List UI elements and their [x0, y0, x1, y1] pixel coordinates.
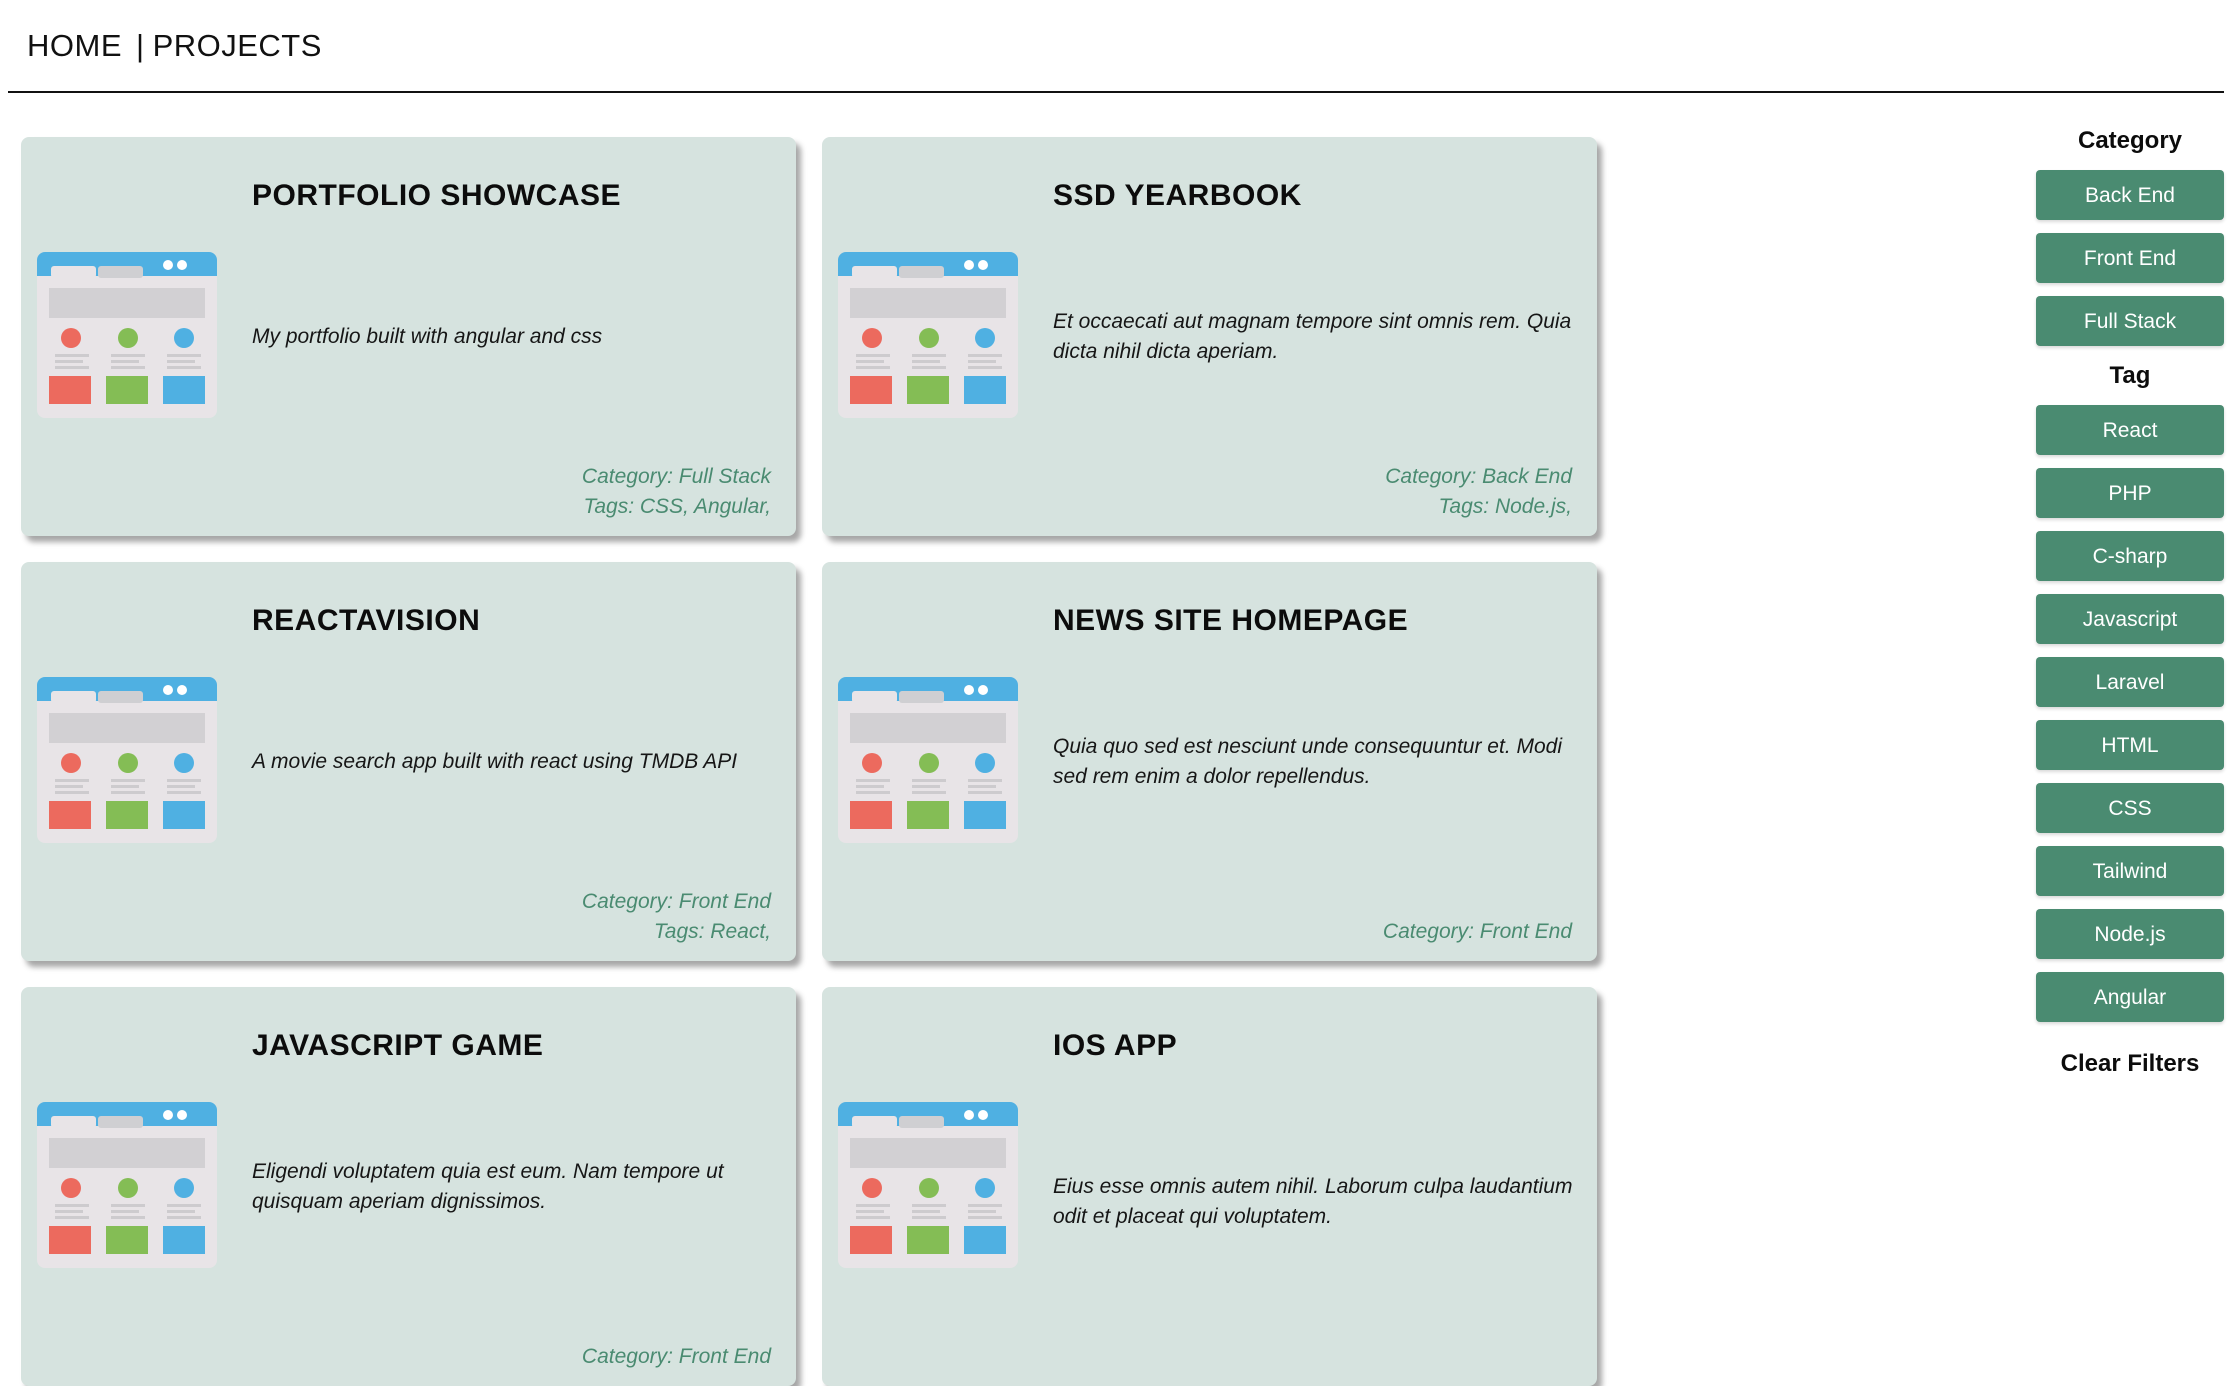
- project-title: REACTAVISION: [252, 604, 481, 637]
- filter-tailwind-button[interactable]: Tailwind: [2036, 846, 2224, 896]
- filter-nodejs-button[interactable]: Node.js: [2036, 909, 2224, 959]
- project-title: PORTFOLIO SHOWCASE: [252, 179, 621, 212]
- project-description: Quia quo sed est nesciunt unde consequun…: [1053, 735, 1563, 788]
- browser-window-icon: [37, 1102, 217, 1268]
- project-description: Et occaecati aut magnam tempore sint omn…: [1053, 310, 1572, 363]
- tag-heading: Tag: [2109, 362, 2151, 389]
- filter-csharp-button[interactable]: C-sharp: [2036, 531, 2224, 581]
- project-category: Category: Front End: [581, 890, 771, 913]
- project-description: Eius esse omnis autem nihil. Laborum cul…: [1053, 1175, 1573, 1228]
- filter-css-button[interactable]: CSS: [2036, 783, 2224, 833]
- top-nav: HOME | PROJECTS: [0, 0, 2236, 93]
- filter-javascript-button[interactable]: Javascript: [2036, 594, 2224, 644]
- filter-angular-button[interactable]: Angular: [2036, 972, 2224, 1022]
- tag-filter-group: Tag React PHP C-sharp Javascript Laravel…: [2036, 359, 2224, 1022]
- project-category: Category: Front End: [1382, 920, 1572, 943]
- filter-html-button[interactable]: HTML: [2036, 720, 2224, 770]
- browser-window-icon: [838, 1102, 1018, 1268]
- clear-filters-button[interactable]: Clear Filters: [2036, 1050, 2224, 1078]
- project-title: IOS APP: [1053, 1029, 1178, 1062]
- project-meta: Category: Front End: [1383, 917, 1572, 947]
- project-card[interactable]: NEWS SITE HOMEPAGE Quia quo sed est nesc…: [822, 562, 1597, 961]
- project-tags: Tags: Node.js,: [1438, 495, 1572, 518]
- project-category: Category: Front End: [581, 1345, 771, 1368]
- filter-full-stack-button[interactable]: Full Stack: [2036, 296, 2224, 346]
- nav-divider: [8, 91, 2224, 93]
- project-title: NEWS SITE HOMEPAGE: [1053, 604, 1409, 637]
- nav-home-link[interactable]: HOME: [27, 28, 122, 64]
- filter-sidebar: Category Back End Front End Full Stack T…: [2036, 124, 2224, 1078]
- filter-back-end-button[interactable]: Back End: [2036, 170, 2224, 220]
- project-description: A movie search app built with react usin…: [252, 750, 738, 773]
- filter-react-button[interactable]: React: [2036, 405, 2224, 455]
- project-category: Category: Back End: [1385, 465, 1572, 488]
- project-card[interactable]: PORTFOLIO SHOWCASE My portfolio built wi…: [21, 137, 796, 536]
- nav-projects-link[interactable]: PROJECTS: [153, 28, 322, 64]
- filter-laravel-button[interactable]: Laravel: [2036, 657, 2224, 707]
- project-title: SSD YEARBOOK: [1053, 179, 1302, 212]
- project-card[interactable]: REACTAVISION A movie search app built wi…: [21, 562, 796, 961]
- project-title: JAVASCRIPT GAME: [252, 1029, 544, 1062]
- project-tags: Tags: CSS, Angular,: [583, 495, 771, 518]
- project-tags: Tags: React,: [653, 920, 771, 943]
- project-meta: Category: Back End Tags: Node.js,: [1385, 462, 1572, 522]
- filter-php-button[interactable]: PHP: [2036, 468, 2224, 518]
- project-card[interactable]: IOS APP Eius esse omnis autem nihil. Lab…: [822, 987, 1597, 1386]
- project-description: Eligendi voluptatem quia est eum. Nam te…: [252, 1160, 724, 1213]
- project-meta: Category: Front End: [582, 1342, 771, 1372]
- filter-front-end-button[interactable]: Front End: [2036, 233, 2224, 283]
- browser-window-icon: [838, 677, 1018, 843]
- browser-window-icon: [37, 252, 217, 418]
- project-grid: PORTFOLIO SHOWCASE My portfolio built wi…: [21, 137, 1597, 1386]
- category-heading: Category: [2077, 127, 2183, 154]
- project-description: My portfolio built with angular and css: [252, 325, 603, 348]
- project-meta: Category: Full Stack Tags: CSS, Angular,: [582, 462, 771, 522]
- browser-window-icon: [838, 252, 1018, 418]
- project-card[interactable]: SSD YEARBOOK Et occaecati aut magnam tem…: [822, 137, 1597, 536]
- nav-separator: |: [136, 28, 145, 63]
- project-meta: Category: Front End Tags: React,: [582, 887, 771, 947]
- project-card[interactable]: JAVASCRIPT GAME Eligendi voluptatem quia…: [21, 987, 796, 1386]
- project-category: Category: Full Stack: [581, 465, 771, 488]
- nav-links: HOME | PROJECTS: [27, 28, 322, 64]
- browser-window-icon: [37, 677, 217, 843]
- category-filter-group: Category Back End Front End Full Stack: [2036, 124, 2224, 346]
